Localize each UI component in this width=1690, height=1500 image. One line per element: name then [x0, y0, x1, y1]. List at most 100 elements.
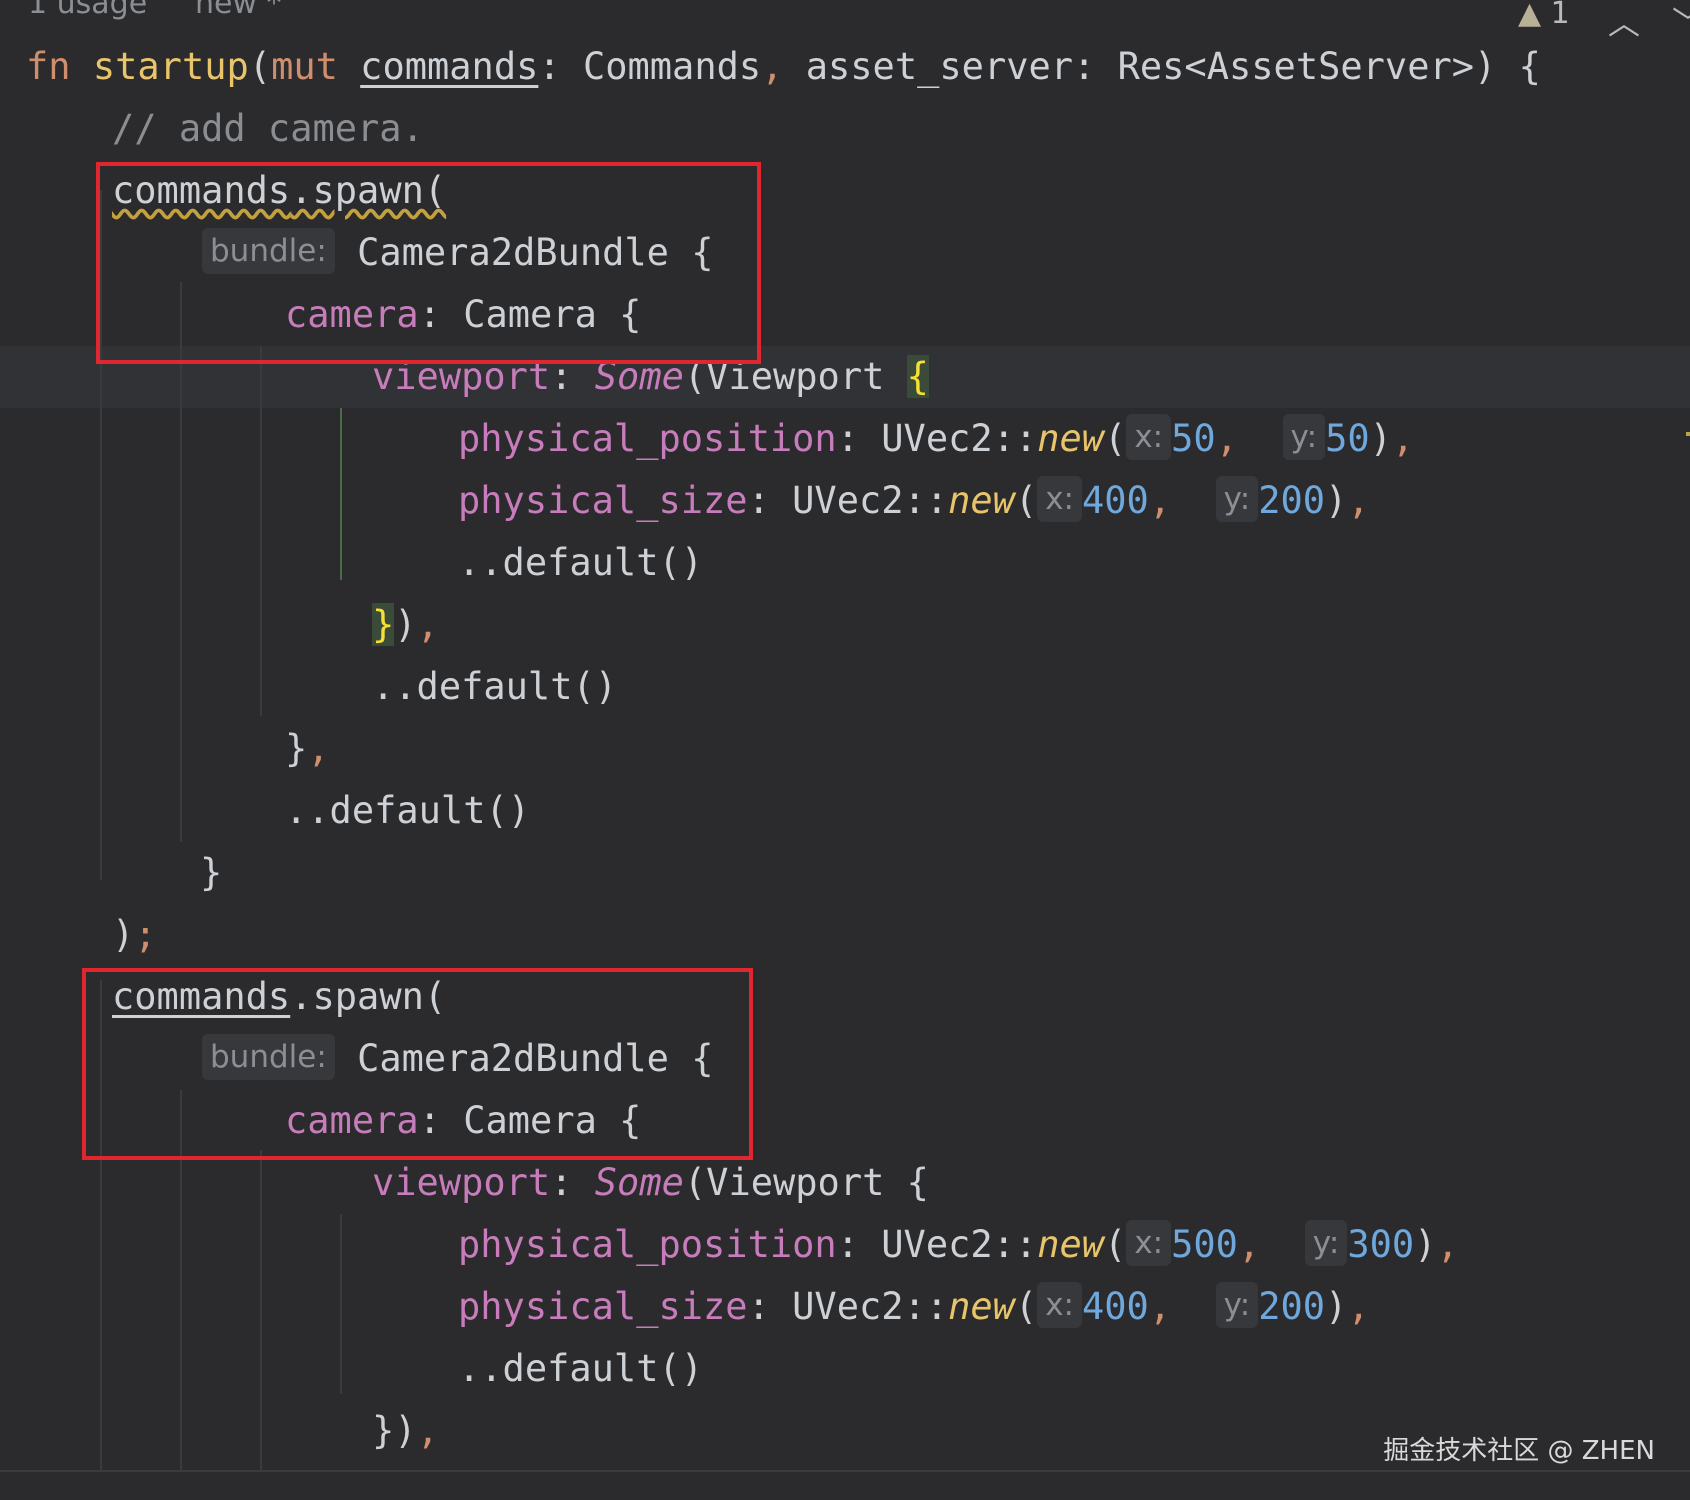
signature-end: ) { — [1474, 45, 1541, 88]
code-editor[interactable]: 1 usage new * ▲ 1 ︿ ﹀ fn startup(mut com… — [0, 0, 1690, 1500]
y-param-hint: y: — [1215, 476, 1259, 522]
uvec2-type: UVec2:: — [792, 1285, 949, 1328]
comma: , — [1436, 1223, 1459, 1266]
viewport-field: viewport — [372, 1161, 551, 1204]
default-call: ..default() — [458, 1347, 704, 1390]
warning-triangle-icon: ▲ — [1518, 0, 1542, 31]
fn-keyword: fn — [26, 45, 71, 88]
indent-guide — [260, 1150, 262, 1470]
param-type: Commands — [582, 45, 762, 88]
code-line-physical-position[interactable]: physical_position: UVec2::new(x: 50, y: 50… — [458, 408, 1414, 470]
uvec2-type: UVec2:: — [881, 417, 1038, 460]
paren-close: ) — [394, 603, 417, 646]
code-line-default[interactable]: ..default() — [372, 656, 617, 718]
code-line-close-viewport[interactable]: }), — [372, 1400, 439, 1462]
x-param-hint: x: — [1126, 1220, 1172, 1266]
position-y-value: 300 — [1347, 1223, 1415, 1266]
highlight-box — [96, 162, 761, 364]
comma: , — [1237, 1223, 1261, 1266]
paren-close: ) — [1325, 479, 1348, 522]
code-line-close-spawn[interactable]: ); — [112, 904, 157, 966]
code-comment: // add camera. — [112, 107, 424, 150]
paren-open: ( — [248, 45, 272, 88]
comma: , — [1148, 1285, 1172, 1328]
position-y-value: 50 — [1325, 417, 1370, 460]
y-param-hint: y: — [1282, 414, 1326, 460]
code-line-default[interactable]: ..default() — [458, 532, 703, 594]
comma: , — [1347, 479, 1370, 522]
brace-open: { — [906, 1161, 929, 1204]
new-fn: new — [948, 1285, 1015, 1328]
viewport-type: (Viewport — [683, 1161, 907, 1204]
some-keyword: Some — [594, 1161, 684, 1204]
param-asset-server: asset_server — [805, 45, 1074, 88]
default-call: ..default() — [372, 665, 618, 708]
chevron-down-icon[interactable]: ﹀ — [1672, 0, 1690, 44]
paren-open: ( — [1014, 479, 1038, 522]
usage-hint[interactable]: 1 usage — [28, 0, 147, 21]
paren-close: ) — [1369, 417, 1392, 460]
code-line-close-viewport[interactable]: }), — [372, 594, 439, 656]
comma: , — [416, 1409, 439, 1452]
paren-open: ( — [1014, 1285, 1038, 1328]
editor-bottom-bar — [0, 1470, 1690, 1500]
size-x-value: 400 — [1082, 479, 1149, 522]
indent-guide — [340, 408, 342, 580]
brace-close: } — [285, 727, 308, 770]
physical-position-field: physical_position — [458, 417, 837, 460]
comma: , — [1391, 417, 1415, 460]
matched-brace: } — [372, 603, 395, 646]
highlight-box — [82, 968, 753, 1160]
position-x-value: 500 — [1171, 1223, 1238, 1266]
x-param-hint: x: — [1037, 1282, 1082, 1328]
editor-gutter — [0, 0, 20, 1500]
physical-size-field: physical_size — [458, 479, 748, 522]
comma: , — [761, 45, 784, 88]
physical-position-field: physical_position — [458, 1223, 837, 1266]
chevron-up-icon[interactable]: ︿ — [1608, 0, 1640, 44]
indent-guide — [180, 282, 182, 842]
uvec2-type: UVec2:: — [792, 479, 949, 522]
colon: : — [538, 45, 583, 88]
function-name: startup — [92, 45, 249, 88]
code-line-physical-size[interactable]: physical_size: UVec2::new(x: 400, y: 200), — [458, 1276, 1370, 1338]
new-fn: new — [1037, 1223, 1105, 1266]
brace-close: } — [200, 851, 223, 894]
code-line-viewport[interactable]: viewport: Some(Viewport { — [372, 1152, 929, 1214]
paren-open: ( — [1104, 417, 1127, 460]
param-type: Res<AssetServer> — [1117, 45, 1475, 88]
x-param-hint: x: — [1037, 476, 1082, 522]
size-y-value: 200 — [1258, 479, 1326, 522]
comma: , — [1347, 1285, 1370, 1328]
warning-indicator[interactable]: ▲ 1 — [1518, 0, 1570, 31]
code-line-comment[interactable]: // add camera. — [112, 98, 424, 160]
watermark: 掘金技术社区 @ ZHEN — [1383, 1436, 1655, 1466]
colon: : — [747, 479, 793, 522]
comma: , — [1148, 479, 1172, 522]
new-hint[interactable]: new * — [195, 0, 282, 21]
size-x-value: 400 — [1082, 1285, 1149, 1328]
param-commands: commands — [360, 45, 539, 88]
y-param-hint: y: — [1215, 1282, 1259, 1328]
code-line-physical-position[interactable]: physical_position: UVec2::new(x: 500, y: 3… — [458, 1214, 1459, 1276]
code-line-close-bundle[interactable]: } — [200, 842, 222, 904]
colon: : — [747, 1285, 793, 1328]
code-line-signature[interactable]: fn startup(mut commands: Commands, asset… — [26, 36, 1541, 98]
paren-close: ) — [112, 913, 135, 956]
scrollbar-marker[interactable] — [1686, 432, 1690, 436]
paren-open: ( — [1104, 1223, 1127, 1266]
uvec2-type: UVec2:: — [881, 1223, 1038, 1266]
code-line-close-camera[interactable]: }, — [285, 718, 330, 780]
warning-count: 1 — [1550, 0, 1570, 31]
matched-brace: { — [906, 355, 929, 398]
comma: , — [307, 727, 330, 770]
code-line-default[interactable]: ..default() — [458, 1338, 703, 1400]
physical-size-field: physical_size — [458, 1285, 748, 1328]
comma: , — [416, 603, 439, 646]
paren-close: ) — [1414, 1223, 1437, 1266]
code-line-physical-size[interactable]: physical_size: UVec2::new(x: 400, y: 200), — [458, 470, 1370, 532]
y-param-hint: y: — [1304, 1220, 1348, 1266]
mut-keyword: mut — [271, 45, 338, 88]
new-fn: new — [1037, 417, 1105, 460]
code-line-default[interactable]: ..default() — [285, 780, 530, 842]
